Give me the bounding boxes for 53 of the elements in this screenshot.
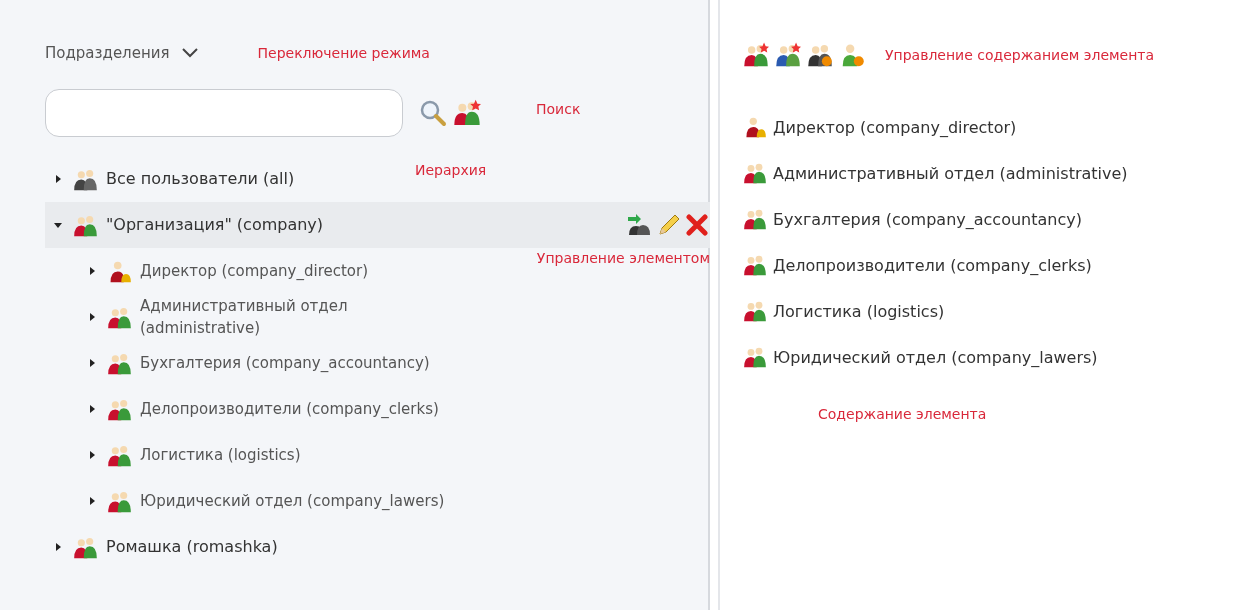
tree-item-label[interactable]: Делопроизводители (company_clerks) [140, 398, 439, 420]
list-item[interactable]: Юридический отдел (company_lawers) [773, 347, 1098, 367]
people-icon [743, 345, 767, 369]
add-people-icon[interactable] [743, 42, 769, 68]
tree-row[interactable]: Логистика (logistics) [45, 432, 301, 478]
tree-row[interactable]: Делопроизводители (company_clerks) [45, 386, 439, 432]
people-icon[interactable] [807, 42, 833, 68]
tree-item-label[interactable]: Бухгалтерия (company_accountancy) [140, 352, 430, 374]
tree-item-label[interactable]: Логистика (logistics) [140, 444, 301, 466]
tree-item-label[interactable]: Ромашка (romashka) [106, 536, 278, 558]
people-icon [743, 161, 767, 185]
caret-icon[interactable] [87, 450, 97, 460]
add-people-icon[interactable] [775, 42, 801, 68]
delete-icon[interactable] [686, 214, 708, 236]
annotation: Управление содержанием элемента [885, 47, 1155, 63]
caret-icon[interactable] [87, 358, 97, 368]
person-icon [743, 115, 767, 139]
annotation: Управление элементом [536, 250, 710, 266]
caret-icon[interactable] [53, 174, 63, 184]
search-field[interactable] [45, 89, 403, 137]
annotation: Переключение режима [257, 45, 430, 61]
annotation: Поиск [536, 101, 581, 117]
list-item[interactable]: Логистика (logistics) [773, 301, 945, 321]
caret-icon[interactable] [87, 404, 97, 414]
mode-dropdown[interactable]: Подразделения [45, 44, 170, 62]
caret-icon[interactable] [87, 312, 97, 322]
tree-row[interactable]: Ромашка (romashka) [45, 524, 278, 570]
people-icon [743, 299, 767, 323]
tree-row[interactable]: Юридический отдел (company_lawers) [45, 478, 445, 524]
people-icon [743, 207, 767, 231]
annotation: Иерархия [415, 162, 487, 178]
tree-row[interactable]: Бухгалтерия (company_accountancy) [45, 340, 430, 386]
tree-item-label[interactable]: Административный отдел (administrative) [140, 295, 470, 339]
add-people-icon[interactable] [453, 99, 481, 127]
list-item[interactable]: Директор (company_director) [773, 117, 1017, 137]
tree-item-label[interactable]: "Организация" (company) [106, 214, 324, 236]
list-item[interactable]: Административный отдел (administrative) [773, 163, 1128, 183]
people-arrow-icon[interactable] [626, 213, 652, 237]
caret-icon[interactable] [53, 542, 63, 552]
chevron-down-icon[interactable] [181, 48, 198, 58]
tree-row[interactable]: Все пользователи (all) [45, 156, 295, 202]
caret-icon[interactable] [87, 496, 97, 506]
people-icon [743, 253, 767, 277]
list-item[interactable]: Бухгалтерия (company_accountancy) [773, 209, 1082, 229]
pencil-icon[interactable] [657, 213, 681, 237]
list-item[interactable]: Делопроизводители (company_clerks) [773, 255, 1092, 275]
tree-item-label[interactable]: Юридический отдел (company_lawers) [140, 490, 445, 512]
tree-item-label[interactable]: Все пользователи (all) [106, 168, 295, 190]
caret-icon[interactable] [87, 266, 97, 276]
caret-icon[interactable] [53, 220, 63, 230]
tree-row[interactable]: Административный отдел (administrative) [45, 294, 470, 340]
annotation: Содержание элемента [818, 406, 988, 422]
search-icon[interactable] [419, 99, 447, 127]
